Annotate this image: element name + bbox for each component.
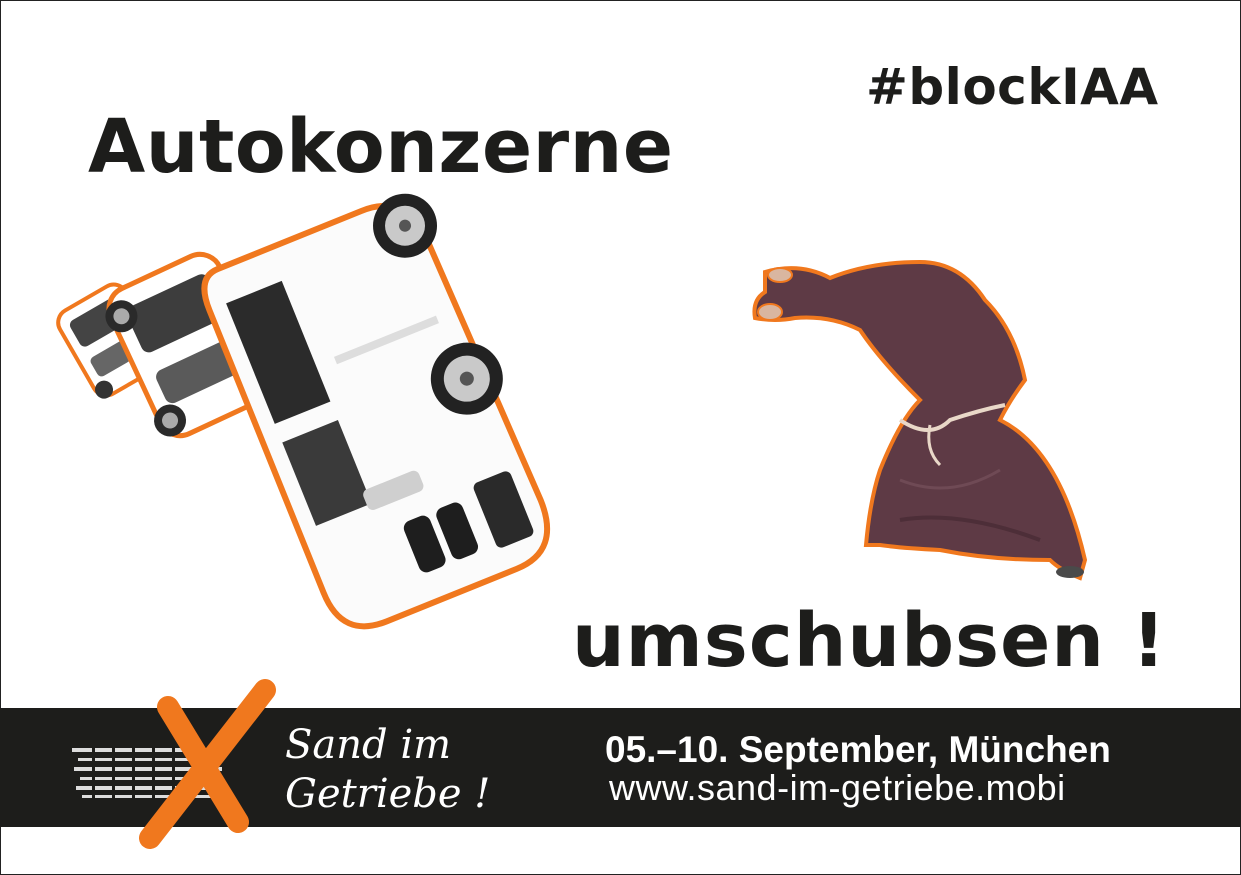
logo-line-1: Sand im (285, 722, 451, 768)
event-date: 05.–10. September, München (605, 729, 1111, 770)
orange-x-icon (139, 679, 276, 849)
logo-line-2: Getriebe ! (285, 771, 490, 817)
event-url[interactable]: www.sand-im-getriebe.mobi (609, 767, 1066, 809)
